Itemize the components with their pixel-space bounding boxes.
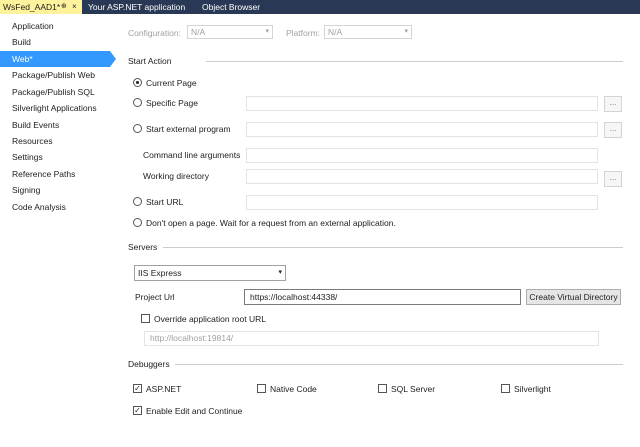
debuggers-heading: Debuggers [128,359,170,369]
sidebar-item-package-publish-web[interactable]: Package/Publish Web [0,67,112,83]
sidebar-item-resources[interactable]: Resources [0,133,112,149]
native-code-checkbox[interactable] [257,384,266,393]
tab-object-browser[interactable]: Object Browser [202,0,260,14]
working-directory-label: Working directory [143,171,209,181]
specific-page-radio[interactable] [133,98,142,107]
chevron-down-icon: ▾ [404,28,408,35]
sidebar-item-application[interactable]: Application [0,18,112,34]
sidebar-item-reference-paths[interactable]: Reference Paths [0,166,112,182]
aspnet-debugger-label: ASP.NET [146,384,182,394]
server-type-value: IIS Express [138,268,182,278]
server-type-dropdown[interactable]: IIS Express ▾ [134,265,286,281]
sidebar-item-package-publish-sql[interactable]: Package/Publish SQL [0,84,112,100]
configuration-value: N/A [191,27,206,37]
chevron-down-icon: ▾ [278,269,282,276]
start-action-heading: Start Action [128,56,172,66]
sidebar-item-build[interactable]: Build [0,34,112,50]
web-properties-page: Configuration: N/A ▾ Platform: N/A ▾ Sta… [120,14,640,447]
external-program-radio[interactable] [133,124,142,133]
current-page-radio[interactable] [133,78,142,87]
document-tab-strip: WsFed_AAD1* ⊕ × Your ASP.NET application… [0,0,640,14]
close-icon[interactable]: × [72,0,77,14]
configuration-label: Configuration: [128,28,181,38]
external-program-input[interactable] [246,122,598,137]
aspnet-debugger-checkbox[interactable]: ✓ [133,384,142,393]
sidebar-item-build-events[interactable]: Build Events [0,117,112,133]
sidebar-item-silverlight-applications[interactable]: Silverlight Applications [0,100,112,116]
dont-open-page-label: Don't open a page. Wait for a request fr… [146,218,396,228]
override-root-url-label: Override application root URL [154,314,266,324]
specific-page-browse-button[interactable]: ... [604,96,622,112]
edit-and-continue-checkbox[interactable]: ✓ [133,406,142,415]
external-program-label: Start external program [146,124,231,134]
configuration-dropdown[interactable]: N/A ▾ [187,25,273,39]
override-root-url-input[interactable]: http://localhost:19814/ [144,331,599,346]
servers-heading: Servers [128,242,158,252]
silverlight-checkbox[interactable] [501,384,510,393]
sidebar-item-code-analysis[interactable]: Code Analysis [0,199,112,215]
tab-wsfed-aad1[interactable]: WsFed_AAD1* ⊕ × [0,0,82,14]
section-divider [175,364,623,365]
project-properties-sidebar: Application Build Web* Package/Publish W… [0,14,120,447]
native-code-label: Native Code [270,384,317,394]
sql-server-label: SQL Server [391,384,436,394]
edit-and-continue-label: Enable Edit and Continue [146,406,243,416]
command-line-arguments-input[interactable] [246,148,598,163]
pin-icon[interactable]: ⊕ [61,0,67,14]
start-url-input[interactable] [246,195,598,210]
silverlight-label: Silverlight [514,384,551,394]
tab-your-aspnet-application[interactable]: Your ASP.NET application [88,0,185,14]
override-root-url-checkbox[interactable] [141,314,150,323]
current-page-label: Current Page [146,78,197,88]
specific-page-input[interactable] [246,96,598,111]
dont-open-page-radio[interactable] [133,218,142,227]
section-divider [206,61,623,62]
sql-server-checkbox[interactable] [378,384,387,393]
start-url-radio[interactable] [133,197,142,206]
tab-title: WsFed_AAD1* [3,2,61,12]
project-url-label: Project Url [135,292,175,302]
sidebar-item-signing[interactable]: Signing [0,182,112,198]
working-directory-browse-button[interactable]: ... [604,171,622,187]
platform-value: N/A [328,27,343,37]
working-directory-input[interactable] [246,169,598,184]
external-program-browse-button[interactable]: ... [604,122,622,138]
chevron-down-icon: ▾ [265,28,269,35]
platform-label: Platform: [286,28,321,38]
sidebar-item-settings[interactable]: Settings [0,149,112,165]
project-url-input[interactable]: https://localhost:44338/ [244,289,521,305]
specific-page-label: Specific Page [146,98,198,108]
section-divider [163,247,623,248]
platform-dropdown[interactable]: N/A ▾ [324,25,412,39]
command-line-arguments-label: Command line arguments [143,150,241,160]
create-virtual-directory-button[interactable]: Create Virtual Directory [526,289,621,305]
start-url-label: Start URL [146,197,184,207]
sidebar-item-web[interactable]: Web* [0,51,116,67]
